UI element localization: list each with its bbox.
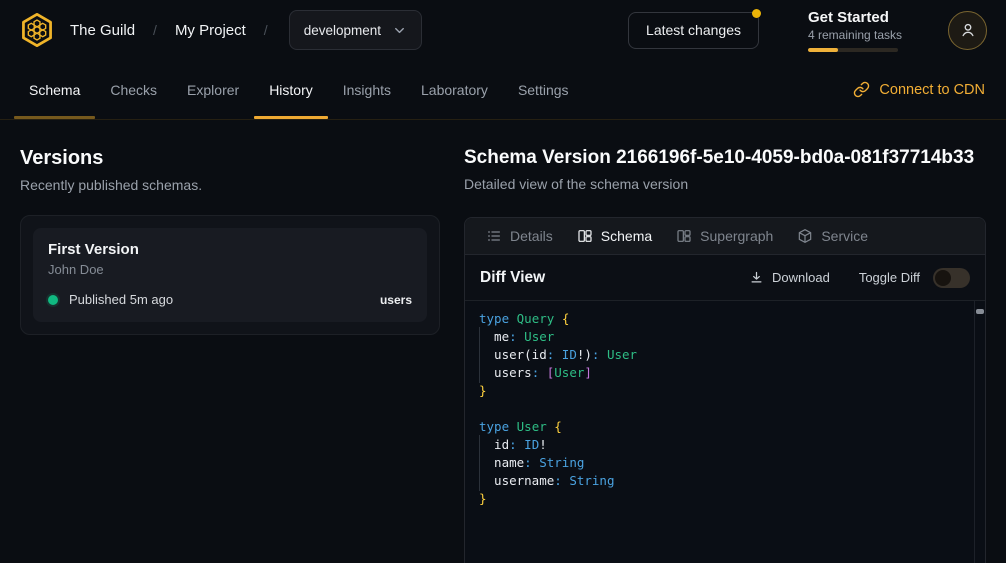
notification-dot <box>752 9 761 18</box>
detail-tab-service[interactable]: Service <box>785 218 880 254</box>
code-line: type Query { <box>479 310 961 328</box>
breadcrumb-org[interactable]: The Guild <box>70 22 135 39</box>
get-started-widget[interactable]: Get Started 4 remaining tasks <box>808 9 898 52</box>
nav-tab-schema[interactable]: Schema <box>14 60 95 119</box>
version-service-badge: users <box>380 293 412 307</box>
get-started-progress-track <box>808 48 898 52</box>
code-line: type User { <box>479 418 961 436</box>
nav-tab-checks[interactable]: Checks <box>95 60 172 119</box>
versions-title: Versions <box>20 147 440 170</box>
version-list-item[interactable]: First Version John Doe Published 5m ago … <box>33 228 427 322</box>
columns-layout-icon <box>676 228 692 244</box>
toggle-diff-label: Toggle Diff <box>859 270 920 285</box>
user-avatar-button[interactable] <box>948 11 987 50</box>
versions-panel: Versions Recently published schemas. Fir… <box>20 120 440 563</box>
version-author: John Doe <box>48 262 412 277</box>
target-selector-value: development <box>304 23 381 38</box>
get-started-title: Get Started <box>808 9 898 26</box>
detail-tab-schema[interactable]: Schema <box>565 218 664 254</box>
download-button[interactable]: Download <box>749 270 830 285</box>
content: Versions Recently published schemas. Fir… <box>0 120 1006 563</box>
app-header: The Guild / My Project / development Lat… <box>0 0 1006 60</box>
versions-list-card: First Version John Doe Published 5m ago … <box>20 215 440 335</box>
diff-view-title: Diff View <box>480 269 545 287</box>
schema-version-subtitle: Detailed view of the schema version <box>464 176 986 193</box>
code-line: name: String <box>479 454 961 472</box>
target-selector[interactable]: development <box>289 10 422 50</box>
schema-version-detail-box: Details Schema Supergraph <box>464 217 986 563</box>
nav-tab-insights[interactable]: Insights <box>328 60 406 119</box>
code-line: users: [User] <box>479 364 961 382</box>
chevron-down-icon <box>392 23 407 38</box>
detail-tab-details[interactable]: Details <box>474 218 565 254</box>
detail-tablist: Details Schema Supergraph <box>465 218 985 255</box>
nav-tab-settings[interactable]: Settings <box>503 60 584 119</box>
code-line: id: ID! <box>479 436 961 454</box>
breadcrumb-separator: / <box>153 22 157 38</box>
schema-sdl-code: type Query { me: User user(id: ID!): Use… <box>479 310 961 508</box>
get-started-subtitle: 4 remaining tasks <box>808 28 898 42</box>
latest-changes-button[interactable]: Latest changes <box>628 12 759 49</box>
detail-tab-supergraph[interactable]: Supergraph <box>664 218 785 254</box>
code-line: } <box>479 490 961 508</box>
connect-cdn-link[interactable]: Connect to CDN <box>853 81 992 98</box>
nav-tab-laboratory[interactable]: Laboratory <box>406 60 503 119</box>
columns-layout-icon <box>577 228 593 244</box>
hive-logo[interactable] <box>19 12 55 48</box>
schema-version-title: Schema Version 2166196f-5e10-4059-bd0a-0… <box>464 147 986 169</box>
link-icon <box>853 81 870 98</box>
download-icon <box>749 270 764 285</box>
code-line: } <box>479 382 961 400</box>
schema-version-detail-panel: Schema Version 2166196f-5e10-4059-bd0a-0… <box>464 120 986 563</box>
code-scrollbar-thumb[interactable] <box>976 309 984 314</box>
nav-tab-explorer[interactable]: Explorer <box>172 60 254 119</box>
code-line: me: User <box>479 328 961 346</box>
breadcrumb: The Guild / My Project / development <box>70 10 422 50</box>
versions-subtitle: Recently published schemas. <box>20 177 440 194</box>
diff-toolbar: Diff View Download Toggle Diff <box>465 255 985 301</box>
breadcrumb-separator: / <box>264 22 268 38</box>
toggle-diff-knob <box>935 270 951 286</box>
list-icon <box>486 228 502 244</box>
published-status-dot <box>48 295 58 305</box>
code-line: user(id: ID!): User <box>479 346 961 364</box>
code-line <box>479 400 961 418</box>
person-icon <box>958 20 978 40</box>
schema-sdl-viewer[interactable]: type Query { me: User user(id: ID!): Use… <box>465 301 985 563</box>
version-published-status: Published 5m ago <box>69 292 173 307</box>
latest-changes-label: Latest changes <box>646 22 741 38</box>
get-started-progress-fill <box>808 48 838 52</box>
code-scrollbar[interactable] <box>974 301 985 563</box>
toggle-diff-switch[interactable] <box>933 268 970 288</box>
cube-icon <box>797 228 813 244</box>
version-name: First Version <box>48 241 412 258</box>
connect-cdn-label: Connect to CDN <box>879 82 985 98</box>
nav-tab-history[interactable]: History <box>254 60 328 119</box>
breadcrumb-project[interactable]: My Project <box>175 22 246 39</box>
code-line: username: String <box>479 472 961 490</box>
main-nav: Schema Checks Explorer History Insights … <box>0 60 1006 120</box>
